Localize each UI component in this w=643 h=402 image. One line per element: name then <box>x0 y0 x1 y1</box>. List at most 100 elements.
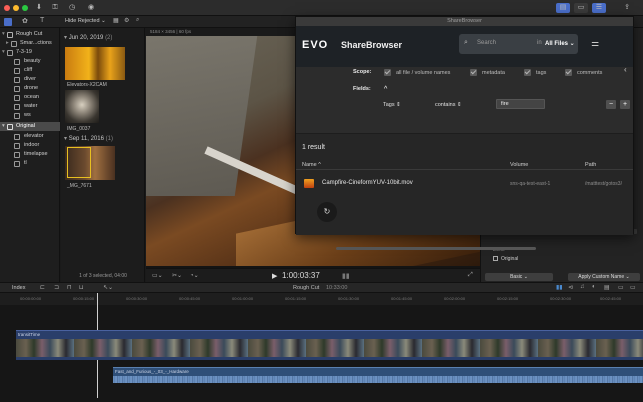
scope-checkbox-comments[interactable] <box>565 69 572 76</box>
horizontal-scrollbar[interactable] <box>336 247 536 250</box>
collapse-panel-icon[interactable]: ‹ <box>624 65 627 74</box>
search-filters: Scope: all file / volume names metadata … <box>296 65 633 134</box>
column-header-path[interactable]: Path <box>585 162 596 168</box>
snapping-icon[interactable]: ⊲ <box>568 284 573 291</box>
clip-thumbnail-img-0037[interactable] <box>65 90 99 123</box>
keyword-icon <box>14 85 20 92</box>
close-window-button[interactable] <box>4 5 10 11</box>
search-field[interactable]: ⌕ Search in All Files ⌄ <box>459 34 578 54</box>
basic-dropdown[interactable]: Basic ⌄ <box>485 273 553 281</box>
sidebar-item-smart-collections[interactable]: ▸ Smar...ctions <box>0 39 60 48</box>
layout-inspector-icon[interactable]: ☰ <box>592 3 606 13</box>
minimize-window-button[interactable] <box>13 5 19 11</box>
column-header-name[interactable]: Name ^ <box>302 162 321 168</box>
scope-checkbox-metadata[interactable] <box>470 69 477 76</box>
selection-status: 1 of 3 selected, 04:00 <box>79 273 127 279</box>
ruler-label: 00:02:30:00 <box>550 296 572 301</box>
clip-appearance-icon[interactable]: ▤ <box>604 284 610 291</box>
speed-icon[interactable]: ◔⌄ <box>190 272 199 279</box>
scope-checkbox-names[interactable] <box>384 69 391 76</box>
fields-label: Fields: <box>353 86 371 92</box>
search-scope-dropdown[interactable]: All Files ⌄ <box>545 40 575 47</box>
scope-checkbox-tags[interactable] <box>524 69 531 76</box>
ruler-label: 00:01:30:00 <box>338 296 360 301</box>
append-icon[interactable]: ⊏ <box>40 284 45 291</box>
filter-dropdown[interactable]: Hide Rejected ⌄ <box>65 18 106 24</box>
skimming-icon[interactable]: ▮▮ <box>556 284 563 291</box>
transform-icon[interactable]: ✂⌄ <box>172 272 182 279</box>
sidebar-item-diver[interactable]: diver <box>0 75 60 84</box>
sidebar-item-original[interactable]: ▾ Original <box>0 122 60 131</box>
insert-icon[interactable]: ⊐ <box>54 284 59 291</box>
sidebar-item-drone[interactable]: drone <box>0 84 60 93</box>
titles-icon[interactable]: T <box>40 17 44 24</box>
search-icon[interactable]: ⌕ <box>136 17 139 24</box>
timeline-tracks: transitTime Fast_and_Furious_-_03_-_Hard… <box>0 293 643 402</box>
sidebar-item-cliff[interactable]: cliff <box>0 66 60 75</box>
date-group-header[interactable]: ▾ Sep 11, 2016 (1) <box>64 135 113 142</box>
sidebar-item-tl[interactable]: tl <box>0 159 60 168</box>
sharebrowser-extension-icon[interactable]: ◉ <box>85 3 97 13</box>
layout-timeline-icon[interactable]: ▭ <box>574 3 588 13</box>
event-icon <box>7 123 13 130</box>
sidebar-item-indoor[interactable]: indoor <box>0 141 60 150</box>
add-field-button[interactable]: + <box>620 100 630 109</box>
keyword-icon <box>14 67 20 74</box>
table-row[interactable]: Campfire-CineformYUV-10bit.mov sns-qa-te… <box>296 176 633 191</box>
column-header-volume[interactable]: Volume <box>510 162 528 168</box>
date-group-header[interactable]: ▾ Jun 20, 2019 (2) <box>64 34 112 41</box>
scope-option: tags <box>536 70 547 76</box>
zoom-window-button[interactable] <box>22 5 28 11</box>
field-name-dropdown[interactable]: Tags ⇕ <box>383 102 401 108</box>
sidebar-item-ws[interactable]: ws <box>0 111 60 120</box>
connect-icon[interactable]: ⊓ <box>67 284 72 291</box>
clip-settings-icon[interactable]: ⚙ <box>124 17 129 24</box>
play-icon[interactable]: ▶ <box>272 272 277 280</box>
index-button[interactable]: Index <box>12 285 25 291</box>
sidebar-item-water[interactable]: water <box>0 102 60 111</box>
apply-custom-name-button[interactable]: Apply Custom Name ⌄ <box>568 273 640 281</box>
clip-thumbnail-elevators[interactable] <box>65 47 125 80</box>
solo-icon[interactable]: ◐ <box>592 284 596 290</box>
share-icon[interactable]: ⇪ <box>620 3 634 13</box>
fullscreen-icon[interactable]: ⤢ <box>468 272 473 279</box>
view-options-icon[interactable]: ▭⌄ <box>152 272 163 279</box>
event-value: Original <box>493 256 518 262</box>
photos-icon[interactable]: ✿ <box>22 17 28 25</box>
chevron-up-icon[interactable]: ^ <box>384 86 387 93</box>
sidebar-item-timelapse[interactable]: timelapse <box>0 150 60 159</box>
ruler-label: 00:00:00:00 <box>20 296 42 301</box>
field-operator-dropdown[interactable]: contains ⇕ <box>435 102 462 108</box>
wall-surface <box>146 36 258 196</box>
transitions-browser-icon[interactable]: ▭ <box>630 284 636 291</box>
audio-waveform <box>113 376 643 383</box>
layout-browser-icon[interactable]: ▤ <box>556 3 570 13</box>
select-tool-icon[interactable]: ↖⌄ <box>103 284 113 291</box>
effects-browser-icon[interactable]: ▭ <box>618 284 624 291</box>
keywords-icon[interactable]: ⚿ <box>49 3 61 13</box>
primary-storyline-clip[interactable]: transitTime <box>16 330 643 360</box>
audio-clip[interactable]: Fast_and_Furious_-_03_-_Hardware <box>113 367 643 383</box>
clip-name: _MG_7671 <box>67 183 92 189</box>
sidebar-item-7-3-19[interactable]: ▾ 7-3-19 <box>0 48 60 57</box>
overwrite-icon[interactable]: ⊔ <box>79 284 84 291</box>
results-header: Name ^ Volume Path <box>296 160 633 170</box>
scope-option: metadata <box>482 70 505 76</box>
import-icon[interactable]: ⬇ <box>33 3 45 13</box>
remove-field-button[interactable]: − <box>606 100 616 109</box>
refresh-icon[interactable]: ↻ <box>317 202 337 222</box>
libraries-icon[interactable] <box>4 18 12 26</box>
sidebar-item-ocean[interactable]: ocean <box>0 93 60 102</box>
field-value-input[interactable]: fire <box>496 99 545 109</box>
sidebar-item-elevator[interactable]: elevator <box>0 132 60 141</box>
keyword-icon <box>14 112 20 119</box>
clip-thumbnail-mg-7671[interactable] <box>65 146 115 180</box>
audio-skimming-icon[interactable]: ♫ <box>580 284 585 290</box>
sidebar-item-rough-cut[interactable]: ▾ Rough Cut <box>0 30 60 39</box>
search-results: 1 result Name ^ Volume Path Campfire-Cin… <box>296 134 633 250</box>
sidebar-item-beauty[interactable]: beauty <box>0 57 60 66</box>
filmstrip-view-icon[interactable]: ▦ <box>113 17 119 24</box>
settings-sliders-icon[interactable]: ⚌ <box>591 38 599 49</box>
keyword-icon <box>14 160 20 167</box>
background-tasks-icon[interactable]: ◷ <box>66 3 78 13</box>
